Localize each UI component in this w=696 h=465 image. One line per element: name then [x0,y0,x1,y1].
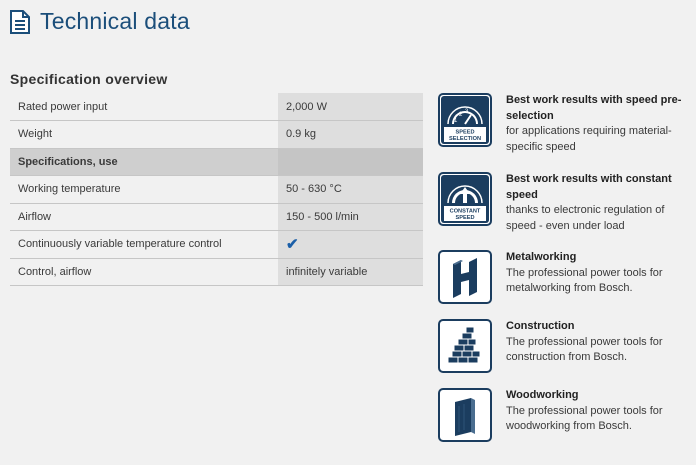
feature-description: The professional power tools for metalwo… [506,266,663,295]
specification-table: Rated power input 2,000 W Weight 0.9 kg … [10,93,423,286]
feature-title: Best work results with speed pre-selecti… [506,94,682,122]
page-title: Technical data [40,8,190,34]
feature-text: Best work results with speed pre-selecti… [506,93,688,155]
feature-description: for applications requiring material-spec… [506,125,672,153]
svg-text:SPEED: SPEED [456,215,475,221]
feature-text: Woodworking The professional power tools… [506,388,688,442]
construction-icon [438,319,492,373]
feature-speed-selection: 1 2 3 SPEED SELECTION Best work results … [438,93,688,155]
svg-text:SELECTION: SELECTION [449,136,481,142]
document-icon [10,9,30,34]
feature-text: Construction The professional power tool… [506,319,688,373]
feature-title: Construction [506,320,575,332]
spec-value: 50 - 630 °C [278,175,423,204]
spec-group-value [278,148,423,176]
feature-metalworking: Metalworking The professional power tool… [438,250,688,304]
constant-speed-icon: CONSTANT SPEED [438,172,492,226]
feature-text: Metalworking The professional power tool… [506,250,688,304]
table-row: Weight 0.9 kg [10,120,423,149]
table-row: Airflow 150 - 500 l/min [10,203,423,231]
metalworking-icon [438,250,492,304]
spec-value: 150 - 500 l/min [278,203,423,231]
feature-title: Metalworking [506,251,577,263]
table-row: Continuously variable temperature contro… [10,230,423,259]
checkmark-icon: ✔ [286,236,299,254]
spec-label: Working temperature [10,175,278,204]
table-row: Control, airflow infinitely variable [10,258,423,286]
table-row: Working temperature 50 - 630 °C [10,175,423,204]
spec-label: Weight [10,120,278,149]
feature-text: Best work results with constant speed th… [506,172,688,234]
feature-woodworking: Woodworking The professional power tools… [438,388,688,442]
feature-title: Woodworking [506,389,579,401]
spec-value: 0.9 kg [278,120,423,149]
feature-construction: Construction The professional power tool… [438,319,688,373]
speed-selection-icon: 1 2 3 SPEED SELECTION [438,93,492,147]
feature-description: thanks to electronic regulation of speed… [506,204,665,232]
spec-value: ✔ [278,230,423,259]
spec-value: infinitely variable [278,258,423,286]
spec-label: Control, airflow [10,258,278,286]
spec-label: Airflow [10,203,278,231]
spec-label: Rated power input [10,93,278,121]
svg-text:SPEED: SPEED [456,130,475,136]
specification-overview-heading: Specification overview [10,71,168,87]
feature-description: The professional power tools for constru… [506,335,663,364]
svg-text:CONSTANT: CONSTANT [450,209,481,215]
spec-value: 2,000 W [278,93,423,121]
feature-constant-speed: CONSTANT SPEED Best work results with co… [438,172,688,234]
table-row: Rated power input 2,000 W [10,93,423,121]
table-group-header: Specifications, use [10,148,423,176]
page-header: Technical data [10,8,190,35]
feature-description: The professional power tools for woodwor… [506,404,663,433]
spec-group-label: Specifications, use [10,148,278,176]
woodworking-icon [438,388,492,442]
spec-label: Continuously variable temperature contro… [10,230,278,259]
feature-title: Best work results with constant speed [506,173,672,201]
